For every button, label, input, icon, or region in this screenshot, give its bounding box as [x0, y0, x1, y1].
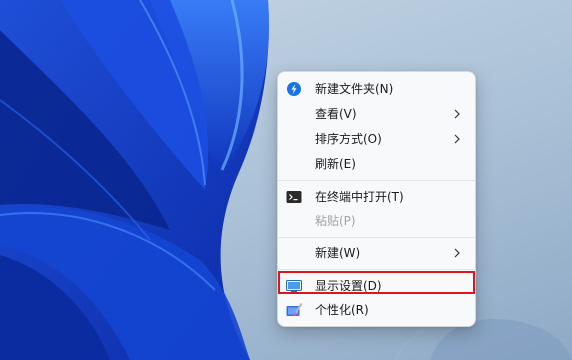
menu-item-label: 个性化(R) [315, 303, 369, 317]
chevron-right-icon [454, 109, 460, 119]
menu-item-view[interactable]: 查看(V) [282, 102, 471, 126]
menu-separator [278, 237, 475, 238]
menu-item-label: 排序方式(O) [315, 132, 382, 146]
menu-separator [278, 269, 475, 270]
menu-item-label: 在终端中打开(T) [315, 190, 404, 204]
desktop[interactable]: 新建文件夹(N) 查看(V) 排序方式(O) 刷新(E) 在终端中打开(T) 粘… [0, 0, 572, 360]
terminal-icon [286, 191, 302, 203]
menu-item-label: 新建(W) [315, 246, 361, 260]
menu-item-label: 刷新(E) [315, 157, 356, 171]
menu-item-sort-by[interactable]: 排序方式(O) [282, 127, 471, 151]
menu-item-label: 粘贴(P) [315, 214, 356, 228]
menu-item-label: 新建文件夹(N) [315, 82, 394, 96]
personalize-icon [286, 302, 302, 317]
chevron-right-icon [454, 248, 460, 258]
menu-item-new[interactable]: 新建(W) [282, 241, 471, 265]
menu-item-label: 查看(V) [315, 107, 357, 121]
new-folder-icon [287, 82, 301, 96]
menu-item-personalize[interactable]: 个性化(R) [282, 298, 471, 322]
menu-item-open-in-terminal[interactable]: 在终端中打开(T) [282, 185, 471, 209]
annotation-highlight-box [278, 271, 475, 294]
chevron-right-icon [454, 134, 460, 144]
menu-separator [278, 180, 475, 181]
menu-item-new-folder[interactable]: 新建文件夹(N) [282, 77, 471, 101]
menu-item-refresh[interactable]: 刷新(E) [282, 152, 471, 176]
menu-item-paste: 粘贴(P) [282, 209, 471, 233]
